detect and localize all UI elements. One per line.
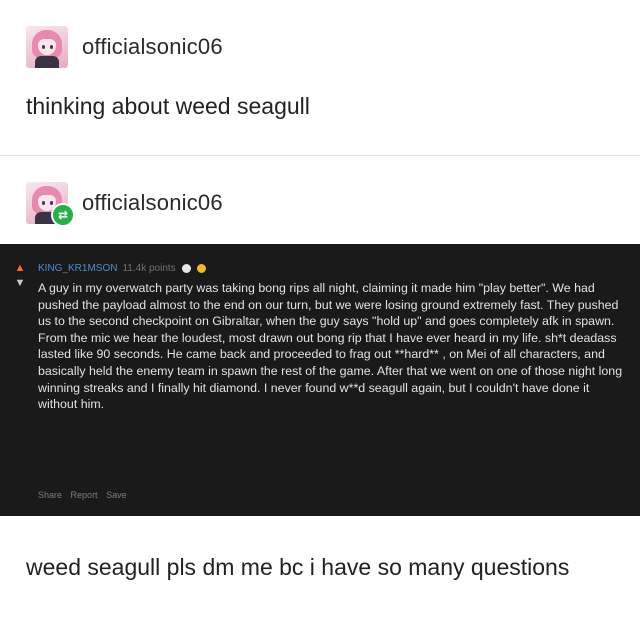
post-1-text: thinking about weed seagull (26, 93, 310, 119)
comment-share: Share (38, 490, 63, 500)
post-2-username[interactable]: officialsonic06 (82, 190, 223, 216)
reply-text: weed seagull pls dm me bc i have so many… (26, 554, 570, 580)
comment-report: Report (70, 490, 98, 500)
post-1-username[interactable]: officialsonic06 (82, 34, 223, 60)
upvote-arrow-icon: ▲ (14, 262, 26, 274)
post-1-header: officialsonic06 (26, 26, 223, 68)
comment-save: Save (106, 490, 127, 500)
post-2: ⇄ officialsonic06 (0, 155, 640, 245)
comment-points: 11.4k points (122, 263, 176, 274)
downvote-arrow-icon: ▼ (14, 277, 26, 289)
reblog-icon: ⇄ (51, 203, 75, 227)
comment-author: KING_KR1MSON (38, 263, 118, 274)
comment-actions: Share Report Save (38, 490, 133, 500)
comment-body: A guy in my overwatch party was taking b… (38, 281, 623, 412)
post-1: officialsonic06 thinking about weed seag… (0, 0, 640, 155)
avatar[interactable]: ⇄ (26, 182, 75, 227)
award-icon (181, 264, 191, 273)
comment-meta: KING_KR1MSON 11.4k points (38, 263, 206, 274)
reddit-comment-screenshot: ▲ ▼ KING_KR1MSON 11.4k points A guy in m… (0, 244, 640, 516)
award-icon (196, 264, 206, 273)
post-2-header: ⇄ officialsonic06 (26, 182, 223, 227)
avatar[interactable] (26, 26, 68, 68)
